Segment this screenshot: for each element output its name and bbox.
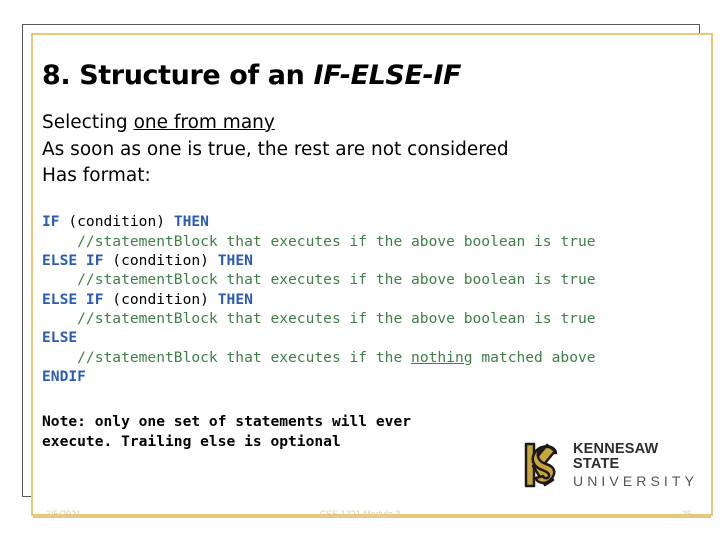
code-keyword: ELSE: [42, 329, 78, 347]
code-plain: (condition): [103, 251, 218, 269]
code-line: ELSE: [42, 328, 692, 347]
ksu-name-line1: KENNESAW STATE: [573, 441, 659, 472]
bullet-underlined-text: one from many: [133, 111, 275, 133]
code-comment: //statementBlock that executes if the ab…: [42, 232, 596, 250]
bullet-text: As soon as one is true, the rest are not…: [42, 138, 509, 160]
code-keyword: ELSE IF: [42, 290, 104, 308]
bullet-text: Has format:: [42, 165, 151, 187]
bullet-list: Selecting one from many As soon as one is…: [42, 110, 692, 190]
code-line: //statementBlock that executes if the ab…: [42, 232, 692, 251]
footer-page-number: 35: [681, 509, 692, 519]
code-line: IF (condition) THEN: [42, 212, 692, 231]
code-comment: matched above: [472, 348, 596, 366]
code-keyword: ENDIF: [42, 367, 86, 385]
code-keyword: THEN: [217, 290, 253, 308]
page-title-italic: IF-ELSE-IF: [313, 60, 462, 91]
ksu-monogram-icon: [524, 442, 558, 488]
presentation-slide: 8. Structure of an IF-ELSE-IF Selecting …: [0, 0, 720, 540]
code-line: ELSE IF (condition) THEN: [42, 290, 692, 309]
code-plain: (condition): [103, 290, 218, 308]
code-keyword: THEN: [217, 251, 253, 269]
code-comment-underlined: nothing: [411, 348, 473, 366]
bullet-line: As soon as one is true, the rest are not…: [42, 137, 692, 164]
code-line: ELSE IF (condition) THEN: [42, 251, 692, 270]
code-keyword: THEN: [173, 213, 209, 231]
code-line: //statementBlock that executes if the ab…: [42, 309, 692, 328]
code-comment: //statementBlock that executes if the: [42, 348, 412, 366]
code-line: //statementBlock that executes if the no…: [42, 348, 692, 367]
code-keyword: IF: [42, 213, 60, 231]
code-block: IF (condition) THEN //statementBlock tha…: [42, 212, 692, 386]
page-title-prefix: 8. Structure of an: [42, 60, 314, 91]
ksu-wordmark: KENNESAW STATE UNIVERSITY: [573, 442, 698, 488]
kennesaw-state-university-logo: KENNESAW STATE UNIVERSITY: [516, 436, 694, 494]
code-comment: //statementBlock that executes if the ab…: [42, 271, 596, 289]
code-line: //statementBlock that executes if the ab…: [42, 270, 692, 289]
bullet-text: Selecting: [42, 111, 134, 133]
code-line: ENDIF: [42, 367, 692, 386]
ksu-name-line2: UNIVERSITY: [573, 473, 699, 489]
code-comment: //statementBlock that executes if the ab…: [42, 309, 596, 327]
bullet-line: Selecting one from many: [42, 110, 692, 137]
slide-content: 8. Structure of an IF-ELSE-IF Selecting …: [42, 60, 692, 453]
code-plain: (condition): [59, 213, 174, 231]
bullet-line: Has format:: [42, 163, 692, 190]
code-keyword: ELSE IF: [42, 251, 104, 269]
page-title: 8. Structure of an IF-ELSE-IF: [42, 60, 692, 92]
